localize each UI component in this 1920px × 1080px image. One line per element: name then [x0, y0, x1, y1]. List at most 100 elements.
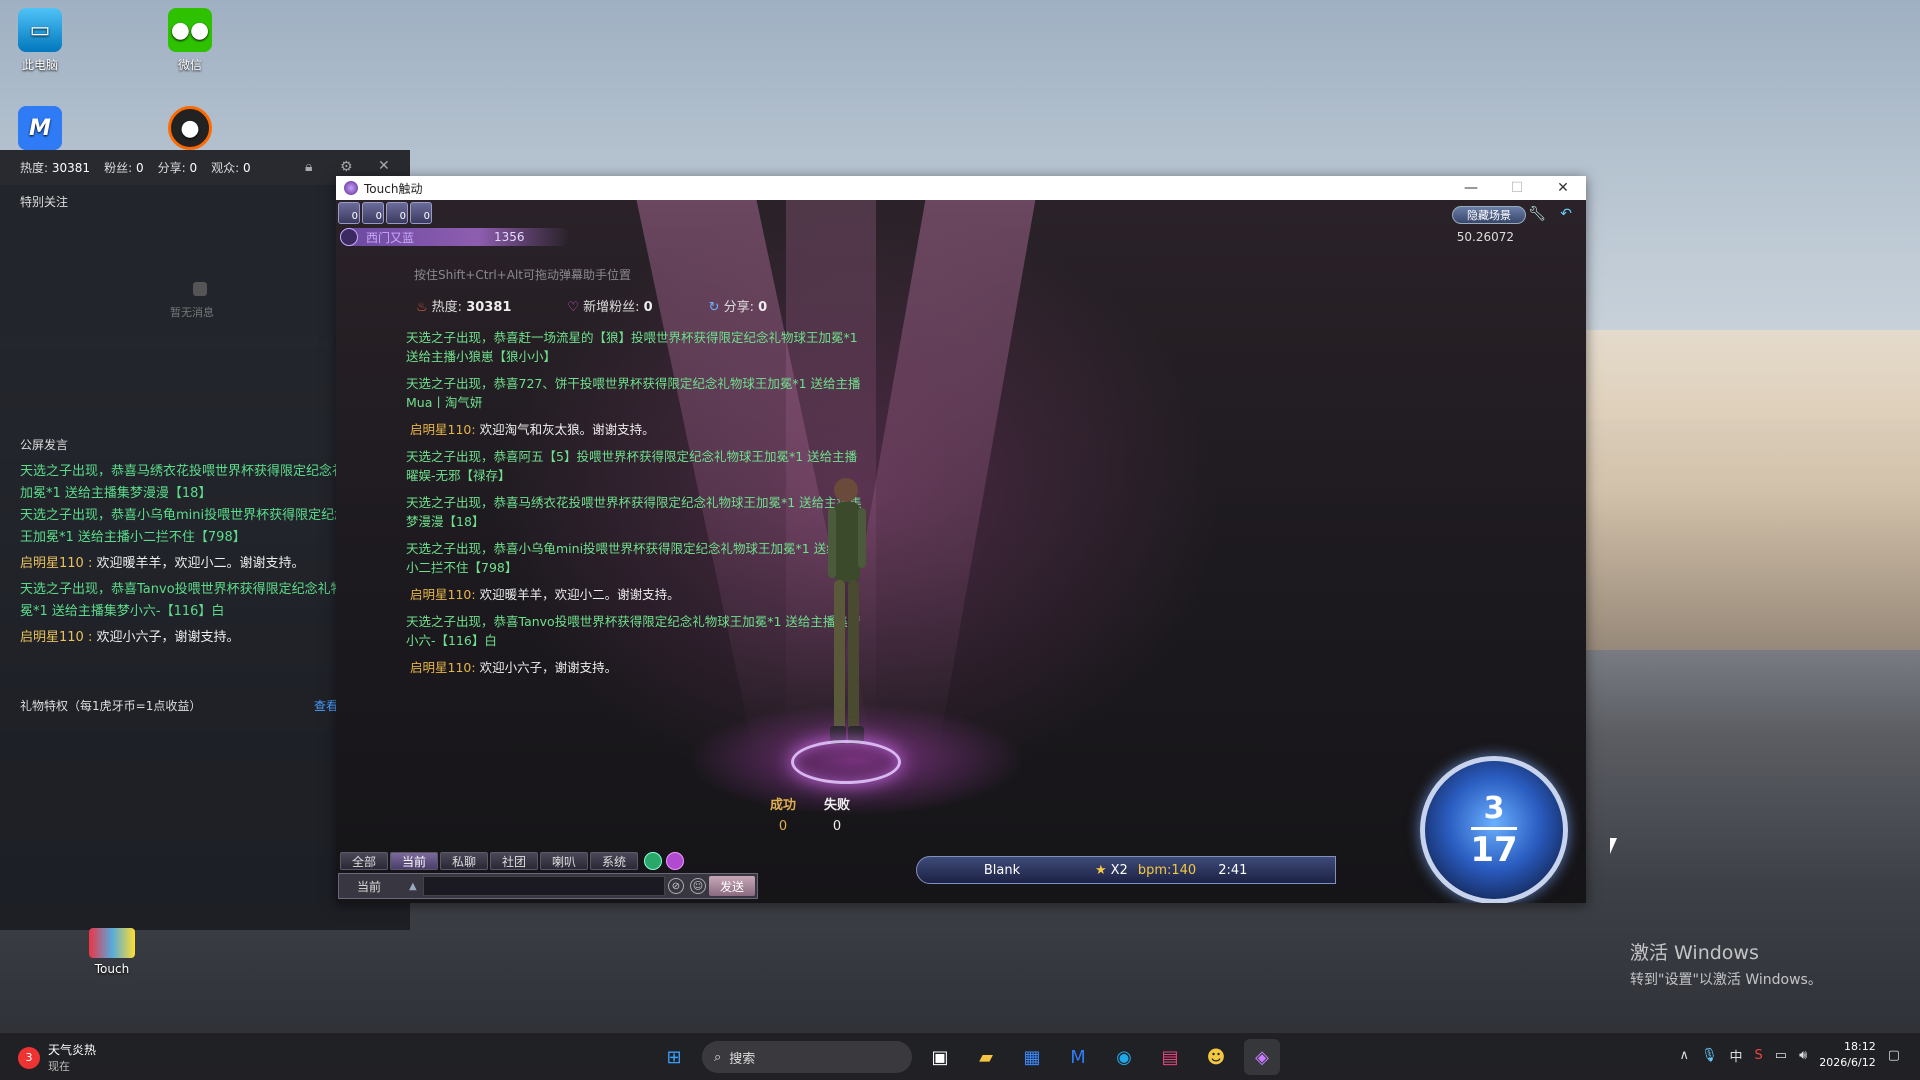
top-icon-row: 0 0 0 0 — [338, 202, 432, 224]
player-info-bar[interactable]: 西门又蓝 1356 — [340, 228, 570, 246]
chat-message: 天选之子出现，恭喜阿五【5】投喂世界杯获得限定纪念礼物球王加冕*1 送给主播曜娱… — [406, 449, 858, 483]
success-label: 成功 — [770, 798, 797, 813]
chat-text: 欢迎淘气和灰太狼。谢谢支持。 — [479, 422, 655, 437]
edge-icon[interactable]: ◉ — [1106, 1039, 1142, 1075]
window-titlebar[interactable]: Touch触动 — ☐ ✕ — [336, 176, 1586, 200]
tab-system[interactable]: 系统 — [590, 852, 638, 870]
microphone-icon[interactable]: 🎙︎ — [1701, 1048, 1718, 1063]
weather-widget[interactable]: 3 天气炎热 现在 — [18, 1041, 96, 1074]
smiley-icon[interactable]: ☺ — [690, 878, 706, 894]
weather-title: 天气炎热 — [48, 1043, 97, 1057]
volume-icon[interactable]: 🔊︎ — [1799, 1048, 1807, 1063]
star-icon[interactable]: 0 — [386, 202, 408, 224]
close-icon[interactable]: ✕ — [378, 158, 390, 174]
buff-icon[interactable]: 0 — [338, 202, 360, 224]
chat-message: 天选之子出现，恭喜727、饼干投喂世界杯获得限定纪念礼物球王加冕*1 送给主播M… — [406, 376, 861, 410]
tab-private[interactable]: 私聊 — [440, 852, 488, 870]
maximize-button[interactable]: ☐ — [1494, 176, 1540, 200]
chat-user: 启明星110 : — [20, 630, 93, 645]
success-value: 0 — [778, 819, 788, 834]
gift-icon[interactable]: 0 — [410, 202, 432, 224]
coordinate-readout: 50.26072 — [1456, 230, 1514, 244]
dancer-character — [828, 478, 866, 744]
app-m-taskbar-icon[interactable]: M — [1060, 1039, 1096, 1075]
store-icon[interactable]: ▦ — [1014, 1039, 1050, 1075]
chevron-up-icon[interactable]: ∧ — [1679, 1048, 1689, 1063]
mouse-cursor — [1610, 838, 1624, 854]
desktop-icon-recorder[interactable]: ● — [150, 106, 230, 154]
drag-hint: 按住Shift+Ctrl+Alt可拖动弹幕助手位置 — [414, 268, 631, 282]
flame-icon: ♨ — [416, 300, 428, 315]
overlay-stats: ♨ 热度: 30381 ♡ 新增粉丝: 0 ↻ 分享: 0 — [416, 296, 767, 315]
share-value: 0 — [189, 161, 198, 175]
network-icon[interactable]: ▭ — [1775, 1048, 1787, 1063]
undo-icon[interactable]: ↶ — [1560, 206, 1572, 222]
heat-stat: 热度: 30381 — [20, 159, 90, 176]
chat-user: 启明星110: — [410, 422, 476, 437]
desktop-icon-label: Touch — [94, 962, 130, 976]
desktop-icon-this-pc[interactable]: ▭ 此电脑 — [0, 8, 80, 73]
channel-select[interactable]: 当前 — [339, 878, 409, 895]
activation-title: 激活 Windows — [1630, 942, 1759, 964]
minimize-button[interactable]: — — [1448, 176, 1494, 200]
heat-value: 30381 — [51, 161, 91, 175]
view-link[interactable]: 查看 — [314, 697, 338, 714]
ime-icon[interactable]: 中 — [1730, 1046, 1743, 1065]
touch-taskbar-icon[interactable]: ◈ — [1244, 1039, 1280, 1075]
wechat-icon: ●● — [168, 8, 212, 52]
fans-stat: 粉丝: 0 — [104, 159, 144, 176]
emoji-app-icon[interactable]: ☻ — [1198, 1039, 1234, 1075]
empty-icon — [193, 282, 207, 296]
clock[interactable]: 18:12 2026/6/12 — [1819, 1039, 1875, 1071]
player-number: 1356 — [494, 230, 525, 244]
task-view-icon[interactable]: ▣ — [922, 1039, 958, 1075]
desktop-icon-app-m[interactable]: M — [0, 106, 80, 154]
chat-user: 启明星110 : — [20, 556, 93, 571]
settings-icon[interactable]: ⚙ — [340, 159, 353, 175]
coin-icon[interactable]: 0 — [362, 202, 384, 224]
clock-time: 18:12 — [1844, 1040, 1876, 1053]
fans-value: 0 — [135, 161, 144, 175]
file-explorer-icon[interactable]: ▰ — [968, 1039, 1004, 1075]
send-button[interactable]: 发送 — [709, 876, 755, 896]
taskbar-search[interactable]: ⌕ 搜索 — [702, 1041, 912, 1073]
wrench-icon[interactable]: 🔧︎ — [1528, 206, 1546, 222]
window-title: Touch触动 — [364, 181, 423, 196]
record-icon: ● — [168, 106, 212, 150]
desktop-icon-touch[interactable]: Touch — [72, 928, 152, 976]
tab-current[interactable]: 当前 — [390, 852, 438, 870]
taskbar-apps: ⊞ ⌕ 搜索 ▣ ▰ ▦ M ◉ ▤ ☻ ◈ — [656, 1039, 1280, 1075]
chat-message: 天选之子出现，恭喜赶一场流星的【狼】投喂世界杯获得限定纪念礼物球王加冕*1 送给… — [406, 330, 858, 364]
clock-date: 2026/6/12 — [1819, 1056, 1876, 1069]
close-button[interactable]: ✕ — [1540, 176, 1586, 200]
emoji-green-icon[interactable] — [644, 852, 662, 870]
desktop-icon-wechat[interactable]: ●● 微信 — [150, 8, 230, 73]
chat-overlay: 天选之子出现，恭喜赶一场流星的【狼】投喂世界杯获得限定纪念礼物球王加冕*1 送给… — [406, 328, 866, 685]
heat-value: 30381 — [466, 300, 512, 315]
share-value: 0 — [758, 300, 768, 315]
lock-icon[interactable]: 🔒︎ — [305, 159, 312, 175]
start-button[interactable]: ⊞ — [656, 1039, 692, 1075]
empty-text: 暂无消息 — [170, 306, 214, 319]
chat-text: 欢迎暖羊羊，欢迎小二。谢谢支持。 — [96, 556, 305, 571]
music-app-icon[interactable]: ▤ — [1152, 1039, 1188, 1075]
fail-label: 失败 — [824, 798, 851, 813]
chat-input[interactable] — [422, 876, 665, 896]
chevron-up-icon[interactable]: ▲ — [409, 881, 417, 892]
viewers-label: 观众: — [211, 161, 240, 175]
chat-user: 启明星110: — [410, 587, 476, 602]
star-icon: ★ — [1095, 862, 1107, 878]
tab-all[interactable]: 全部 — [340, 852, 388, 870]
emoji-purple-icon[interactable] — [666, 852, 684, 870]
notification-icon[interactable]: ▢ — [1888, 1048, 1900, 1063]
chat-message: 天选之子出现，恭喜马绣衣花投喂世界杯获得限定纪念礼物球王加冕*1 送给主播集梦漫… — [406, 495, 862, 529]
no-icon[interactable]: ⊘ — [668, 878, 684, 894]
touch-game-icon — [89, 928, 135, 958]
hide-scene-button[interactable]: 隐藏场景 — [1452, 206, 1526, 224]
tab-speaker[interactable]: 喇叭 — [540, 852, 588, 870]
tab-club[interactable]: 社团 — [490, 852, 538, 870]
player-name: 西门又蓝 — [366, 230, 415, 245]
desktop-wallpaper-beach — [1585, 330, 1920, 650]
song-name: Blank — [983, 862, 1021, 878]
antivirus-icon[interactable]: S — [1755, 1048, 1763, 1063]
